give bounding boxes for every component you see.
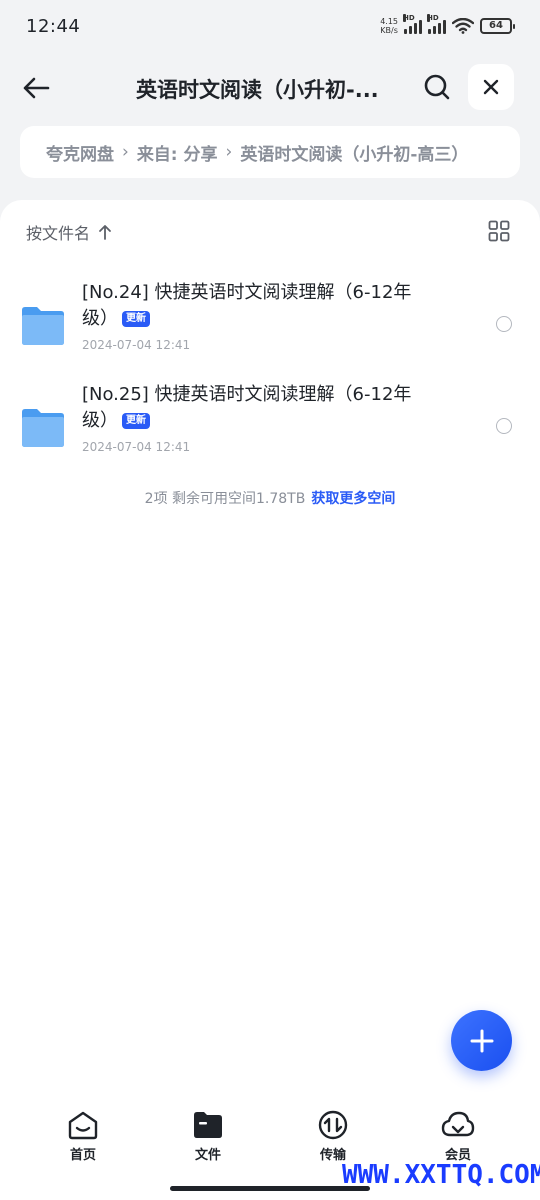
file-list-item[interactable]: [No.24] 快捷英语时文阅读理解（6-12年级） 更新 2024-07-04 …: [0, 280, 540, 370]
sort-button[interactable]: 按文件名: [26, 220, 112, 244]
breadcrumb-item-current[interactable]: 英语时文阅读（小升初-高三）: [240, 140, 468, 165]
home-indicator[interactable]: [170, 1186, 370, 1191]
chevron-right-icon: ›: [225, 142, 233, 162]
sort-label: 按文件名: [26, 224, 91, 243]
update-badge: 更新: [122, 311, 150, 327]
folder-icon: [22, 307, 64, 345]
storage-summary-text: 2项 剩余可用空间1.78TB: [144, 491, 306, 507]
status-time: 12:44: [26, 15, 81, 37]
breadcrumb-item-share[interactable]: 来自: 分享: [137, 140, 218, 165]
add-button[interactable]: [451, 1010, 512, 1071]
network-speed-unit: KB/s: [380, 26, 398, 35]
search-icon: [424, 74, 450, 100]
transfer-icon: [318, 1110, 348, 1140]
get-more-space-link[interactable]: 获取更多空间: [311, 491, 395, 507]
grid-view-button[interactable]: [488, 220, 510, 242]
file-date: 2024-07-04 12:41: [82, 338, 191, 352]
folder-icon: [194, 1112, 222, 1138]
hd-label-2: HD: [427, 14, 439, 22]
search-button[interactable]: [420, 70, 454, 104]
breadcrumb-item-root[interactable]: 夸克网盘: [46, 140, 114, 165]
status-indicators: 4.15 KB/s HD HD 64: [380, 14, 515, 35]
folder-icon: [22, 409, 64, 447]
plus-icon: [470, 1029, 493, 1052]
close-button[interactable]: [468, 64, 514, 110]
battery-icon: 64: [480, 18, 515, 34]
file-name: [No.25] 快捷英语时文阅读理解（6-12年级） 更新: [82, 382, 412, 434]
status-bar: 12:44 4.15 KB/s HD HD 64: [0, 0, 540, 52]
grid-view-icon: [488, 220, 510, 242]
update-badge: 更新: [122, 413, 150, 429]
file-name: [No.24] 快捷英语时文阅读理解（6-12年级） 更新: [82, 280, 412, 332]
breadcrumb: 夸克网盘 › 来自: 分享 › 英语时文阅读（小升初-高三）: [20, 126, 520, 178]
nav-label: 首页: [69, 1148, 96, 1163]
nav-item-transfer[interactable]: 传输: [293, 1110, 373, 1163]
storage-summary: 2项 剩余可用空间1.78TB 获取更多空间: [0, 488, 540, 508]
close-icon: [483, 79, 499, 95]
signal-icon: HD: [403, 14, 422, 34]
file-date: 2024-07-04 12:41: [82, 440, 191, 454]
signal-icon-2: HD: [427, 14, 446, 34]
select-checkbox[interactable]: [496, 418, 512, 434]
select-checkbox[interactable]: [496, 316, 512, 332]
nav-item-files[interactable]: 文件: [168, 1110, 248, 1163]
nav-item-vip[interactable]: 会员: [418, 1110, 498, 1163]
home-icon: [68, 1111, 98, 1140]
arrow-up-icon: [99, 225, 111, 240]
page-title: 英语时文阅读（小升初-...: [136, 78, 379, 102]
back-button[interactable]: [20, 72, 52, 104]
nav-label: 文件: [194, 1148, 221, 1163]
network-speed-value: 4.15: [380, 17, 398, 26]
chevron-right-icon: ›: [122, 142, 129, 162]
network-speed: 4.15 KB/s: [380, 17, 398, 35]
file-list-item[interactable]: [No.25] 快捷英语时文阅读理解（6-12年级） 更新 2024-07-04 …: [0, 382, 540, 472]
title-bar: 英语时文阅读（小升初-...: [0, 62, 540, 112]
wifi-icon: [452, 18, 474, 34]
nav-item-home[interactable]: 首页: [43, 1110, 123, 1163]
arrow-left-icon: [23, 77, 50, 99]
watermark: WWW.XXTTQ.COM: [342, 1160, 540, 1190]
cloud-icon: [441, 1111, 475, 1137]
hd-label: HD: [403, 14, 415, 22]
